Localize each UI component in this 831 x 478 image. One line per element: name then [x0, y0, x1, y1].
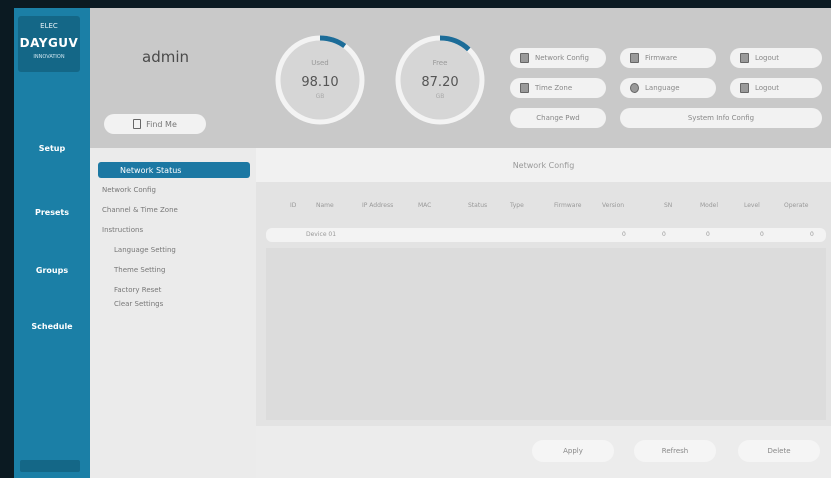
page-title: Network Config [256, 148, 831, 182]
network-icon [520, 53, 529, 63]
brand-logo: ELEC DAYGUV INNOVATION [18, 16, 80, 72]
logo-top-text: ELEC [40, 22, 58, 30]
clock-icon [520, 83, 529, 93]
column-header: SN [664, 202, 673, 209]
delete-button[interactable]: Delete [738, 440, 820, 462]
main-content: Network Config ID Name IP Address MAC St… [256, 148, 831, 478]
row-cell: 0 [810, 231, 814, 238]
find-me-button[interactable]: Find Me [104, 114, 206, 134]
table-row[interactable]: Device 01 0 0 0 0 0 [266, 228, 826, 242]
sidebar-item-groups[interactable]: Groups [14, 266, 90, 275]
firmware-button[interactable]: Firmware [620, 48, 716, 68]
refresh-button[interactable]: Refresh [634, 440, 716, 462]
storage-gauge-free: Free 87.20 GB [395, 35, 485, 125]
change-password-label: Change Pwd [536, 114, 580, 122]
firmware-label: Firmware [645, 54, 678, 62]
storage-gauge-used: Used 98.10 GB [275, 35, 365, 125]
column-header: Firmware [554, 202, 582, 209]
column-header: MAC [418, 202, 432, 209]
firmware-icon [630, 53, 639, 63]
language-button[interactable]: Language [620, 78, 716, 98]
gauge-value: 98.10 [301, 75, 338, 90]
language-label: Language [645, 84, 680, 92]
column-header: Level [744, 202, 760, 209]
logout-button[interactable]: Logout [730, 78, 822, 98]
locate-icon [133, 119, 142, 129]
column-header: IP Address [362, 202, 394, 209]
logout-label: Logout [755, 84, 779, 92]
table-header: ID Name IP Address MAC Status Type Firmw… [256, 202, 831, 216]
sidebar: ELEC DAYGUV INNOVATION Setup Presets Gro… [14, 8, 90, 478]
change-password-button[interactable]: Change Pwd [510, 108, 606, 128]
action-footer: Apply Refresh Delete [256, 426, 831, 478]
submenu-subitem[interactable]: Language Setting [114, 246, 176, 254]
document-icon [740, 53, 749, 63]
submenu-subitem[interactable]: Factory Reset [114, 286, 161, 294]
row-cell: 0 [760, 231, 764, 238]
globe-icon [630, 83, 639, 93]
network-config-button[interactable]: Network Config [510, 48, 606, 68]
table-body [266, 248, 826, 420]
screen: ELEC DAYGUV INNOVATION Setup Presets Gro… [14, 8, 831, 478]
gauge-top-label: Used [311, 59, 329, 67]
submenu-item[interactable]: Channel & Time Zone [102, 206, 178, 214]
time-zone-label: Time Zone [535, 84, 573, 92]
sidebar-item-setup[interactable]: Setup [14, 144, 90, 153]
logout-icon [740, 83, 749, 93]
system-info-config-label: System Info Config [687, 114, 755, 122]
gauge-unit: GB [316, 93, 325, 100]
time-zone-button[interactable]: Time Zone [510, 78, 606, 98]
sidebar-item-presets[interactable]: Presets [14, 208, 90, 217]
apply-button[interactable]: Apply [532, 440, 614, 462]
submenu-subitem[interactable]: Clear Settings [114, 300, 163, 308]
find-me-label: Find Me [146, 119, 177, 129]
logo-brand-text: DAYGUV [19, 36, 79, 50]
network-config-label: Network Config [535, 54, 589, 62]
submenu-item-network-status[interactable]: Network Status [98, 162, 250, 178]
system-info-config-button[interactable]: System Info Config [620, 108, 822, 128]
logo-sub-text: INNOVATION [33, 54, 65, 60]
row-cell: 0 [706, 231, 710, 238]
column-header: Version [602, 202, 625, 209]
column-header: ID [290, 202, 297, 209]
sidebar-item-schedule[interactable]: Schedule [14, 322, 90, 331]
gauge-top-label: Free [433, 59, 448, 67]
top-right-action-label: Logout [755, 54, 779, 62]
row-cell: 0 [622, 231, 626, 238]
column-header: Operate [784, 202, 809, 209]
column-header: Status [468, 202, 488, 209]
submenu-subitem[interactable]: Theme Setting [114, 266, 165, 274]
gauge-unit: GB [436, 93, 445, 100]
submenu-item[interactable]: Network Config [102, 186, 156, 194]
settings-submenu: Network Status Network Config Channel & … [90, 148, 256, 478]
submenu-item[interactable]: Instructions [102, 226, 143, 234]
gauge-value: 87.20 [421, 75, 458, 90]
column-header: Name [316, 202, 334, 209]
row-name: Device 01 [306, 231, 337, 238]
column-header: Type [510, 202, 524, 209]
row-cell: 0 [662, 231, 666, 238]
column-header: Model [700, 202, 719, 209]
sidebar-footer-badge [20, 460, 80, 472]
header: admin Find Me Used 98.10 GB Free 87.20 G… [90, 8, 831, 148]
top-right-action-button[interactable]: Logout [730, 48, 822, 68]
username: admin [142, 48, 189, 66]
